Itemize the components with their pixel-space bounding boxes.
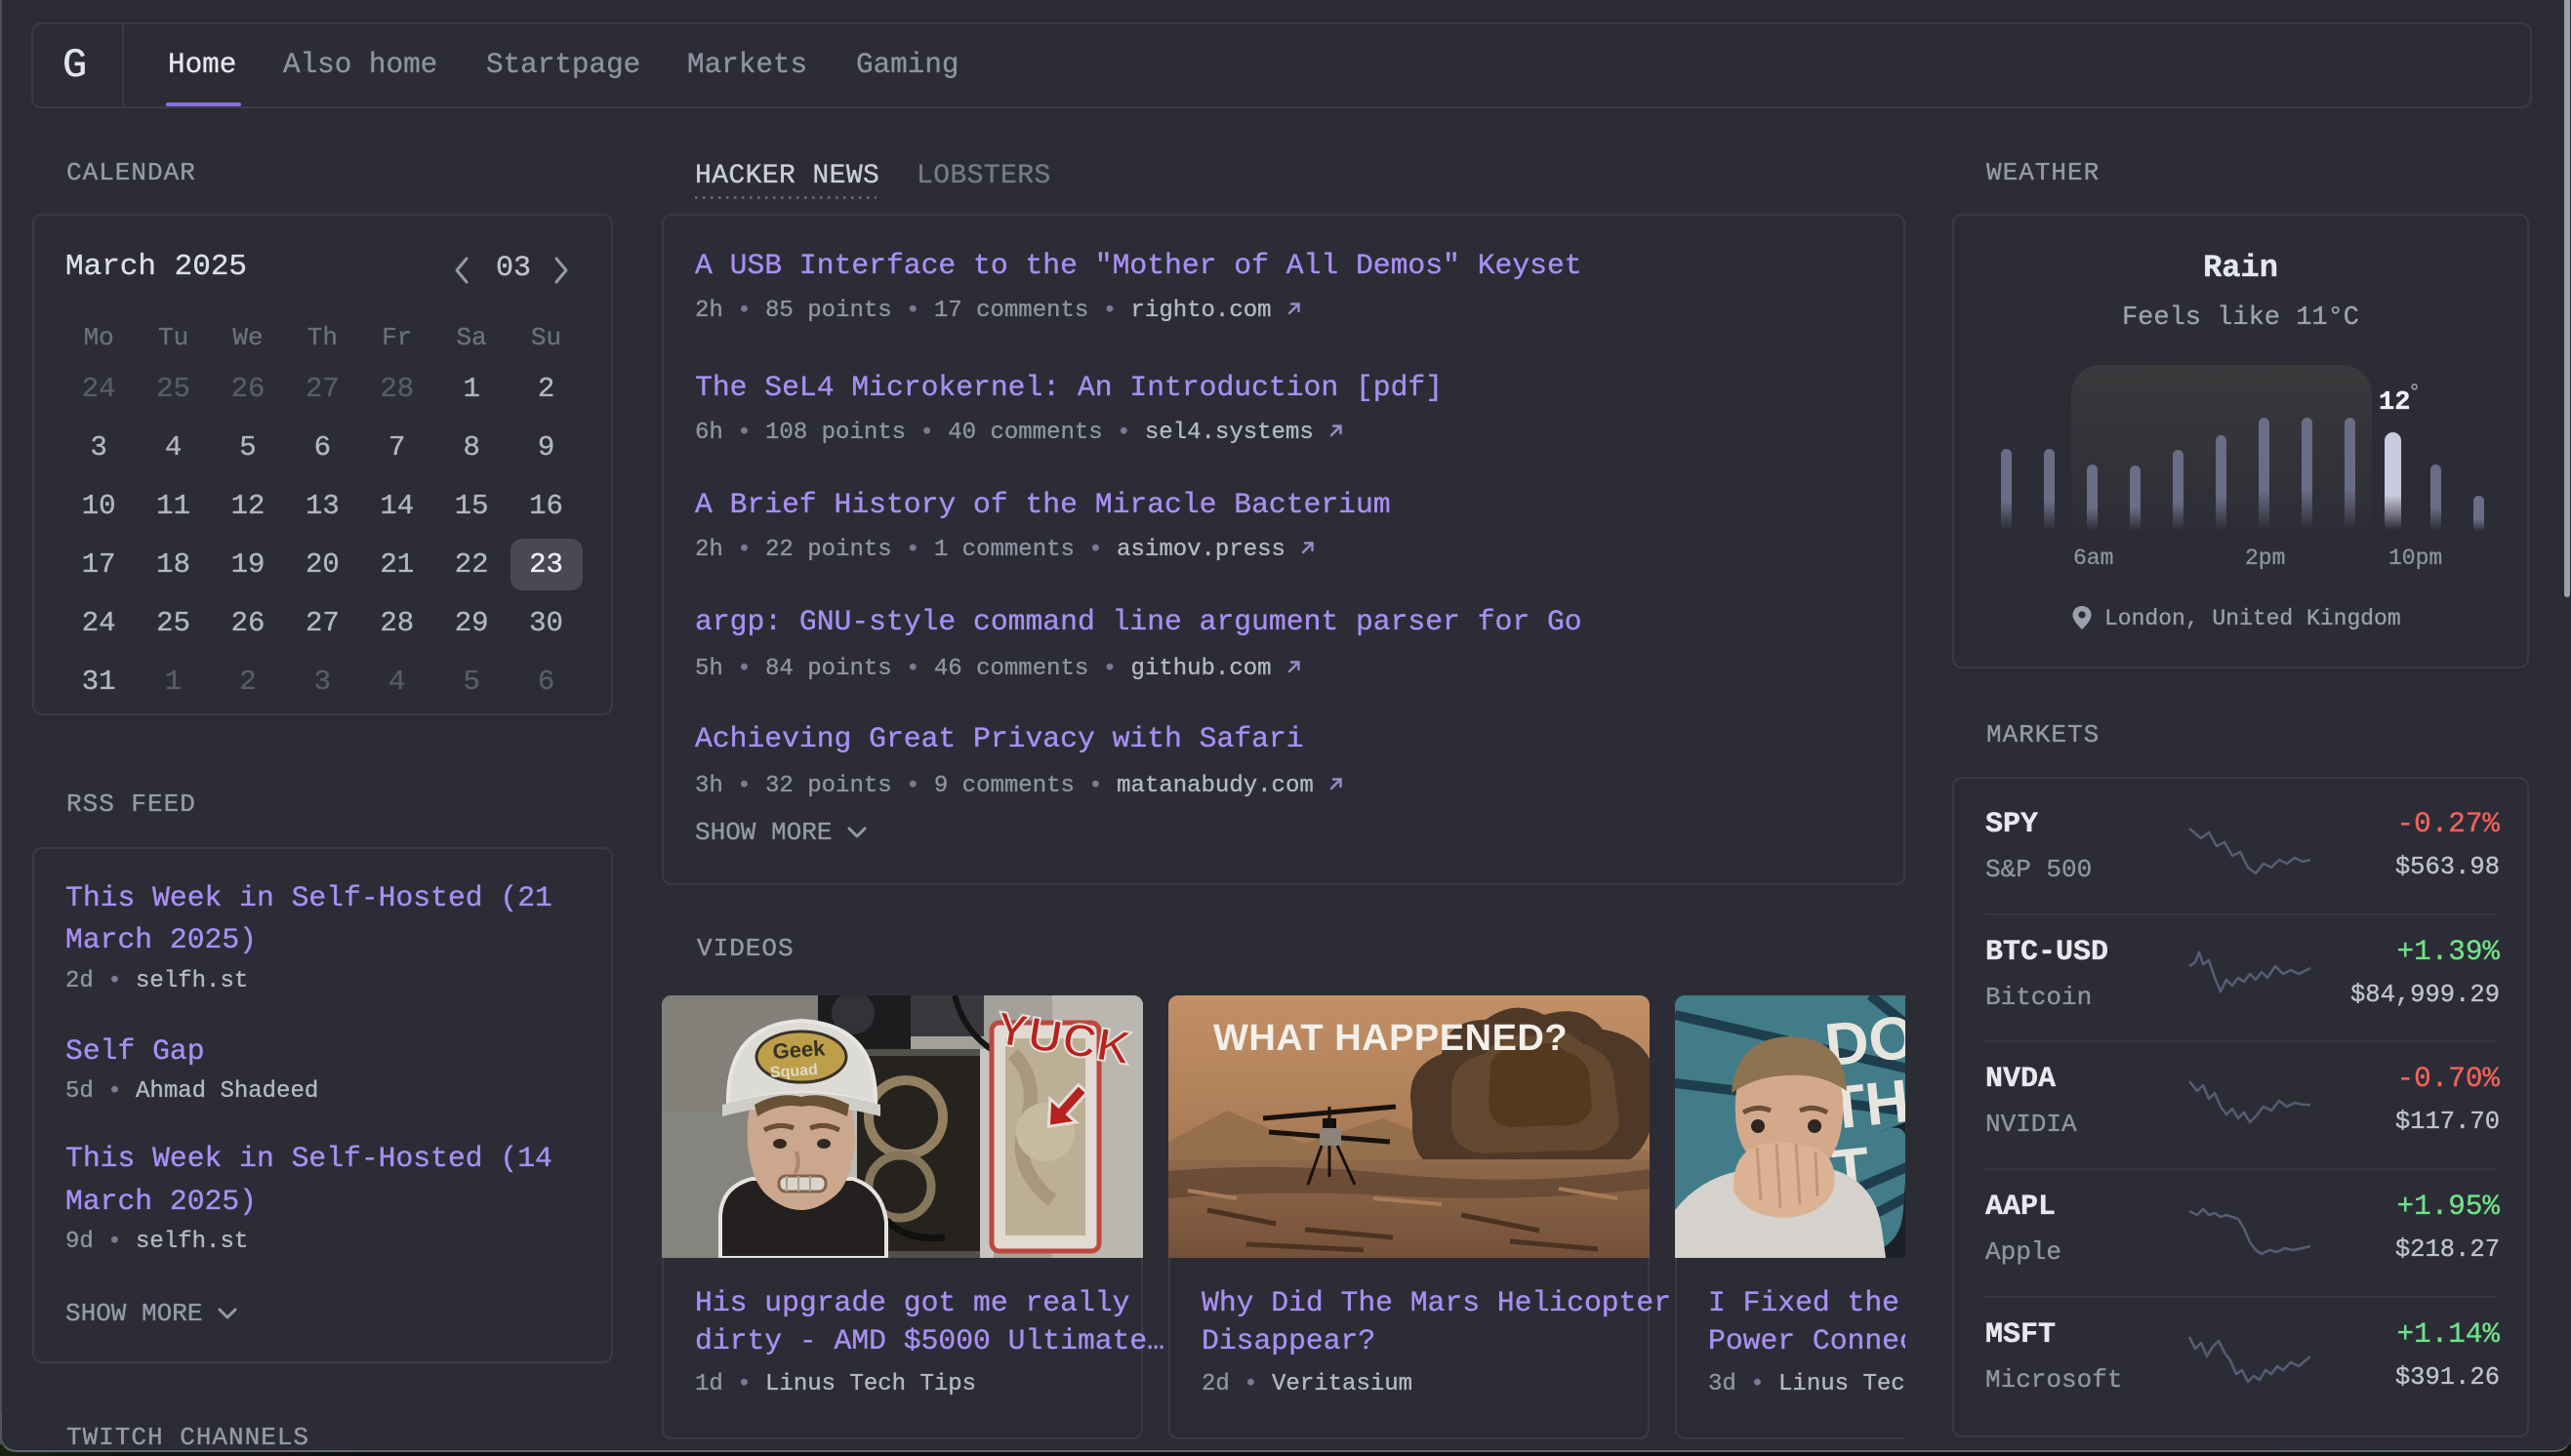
svg-text:WHAT HAPPENED?: WHAT HAPPENED? [1213,1018,1568,1059]
